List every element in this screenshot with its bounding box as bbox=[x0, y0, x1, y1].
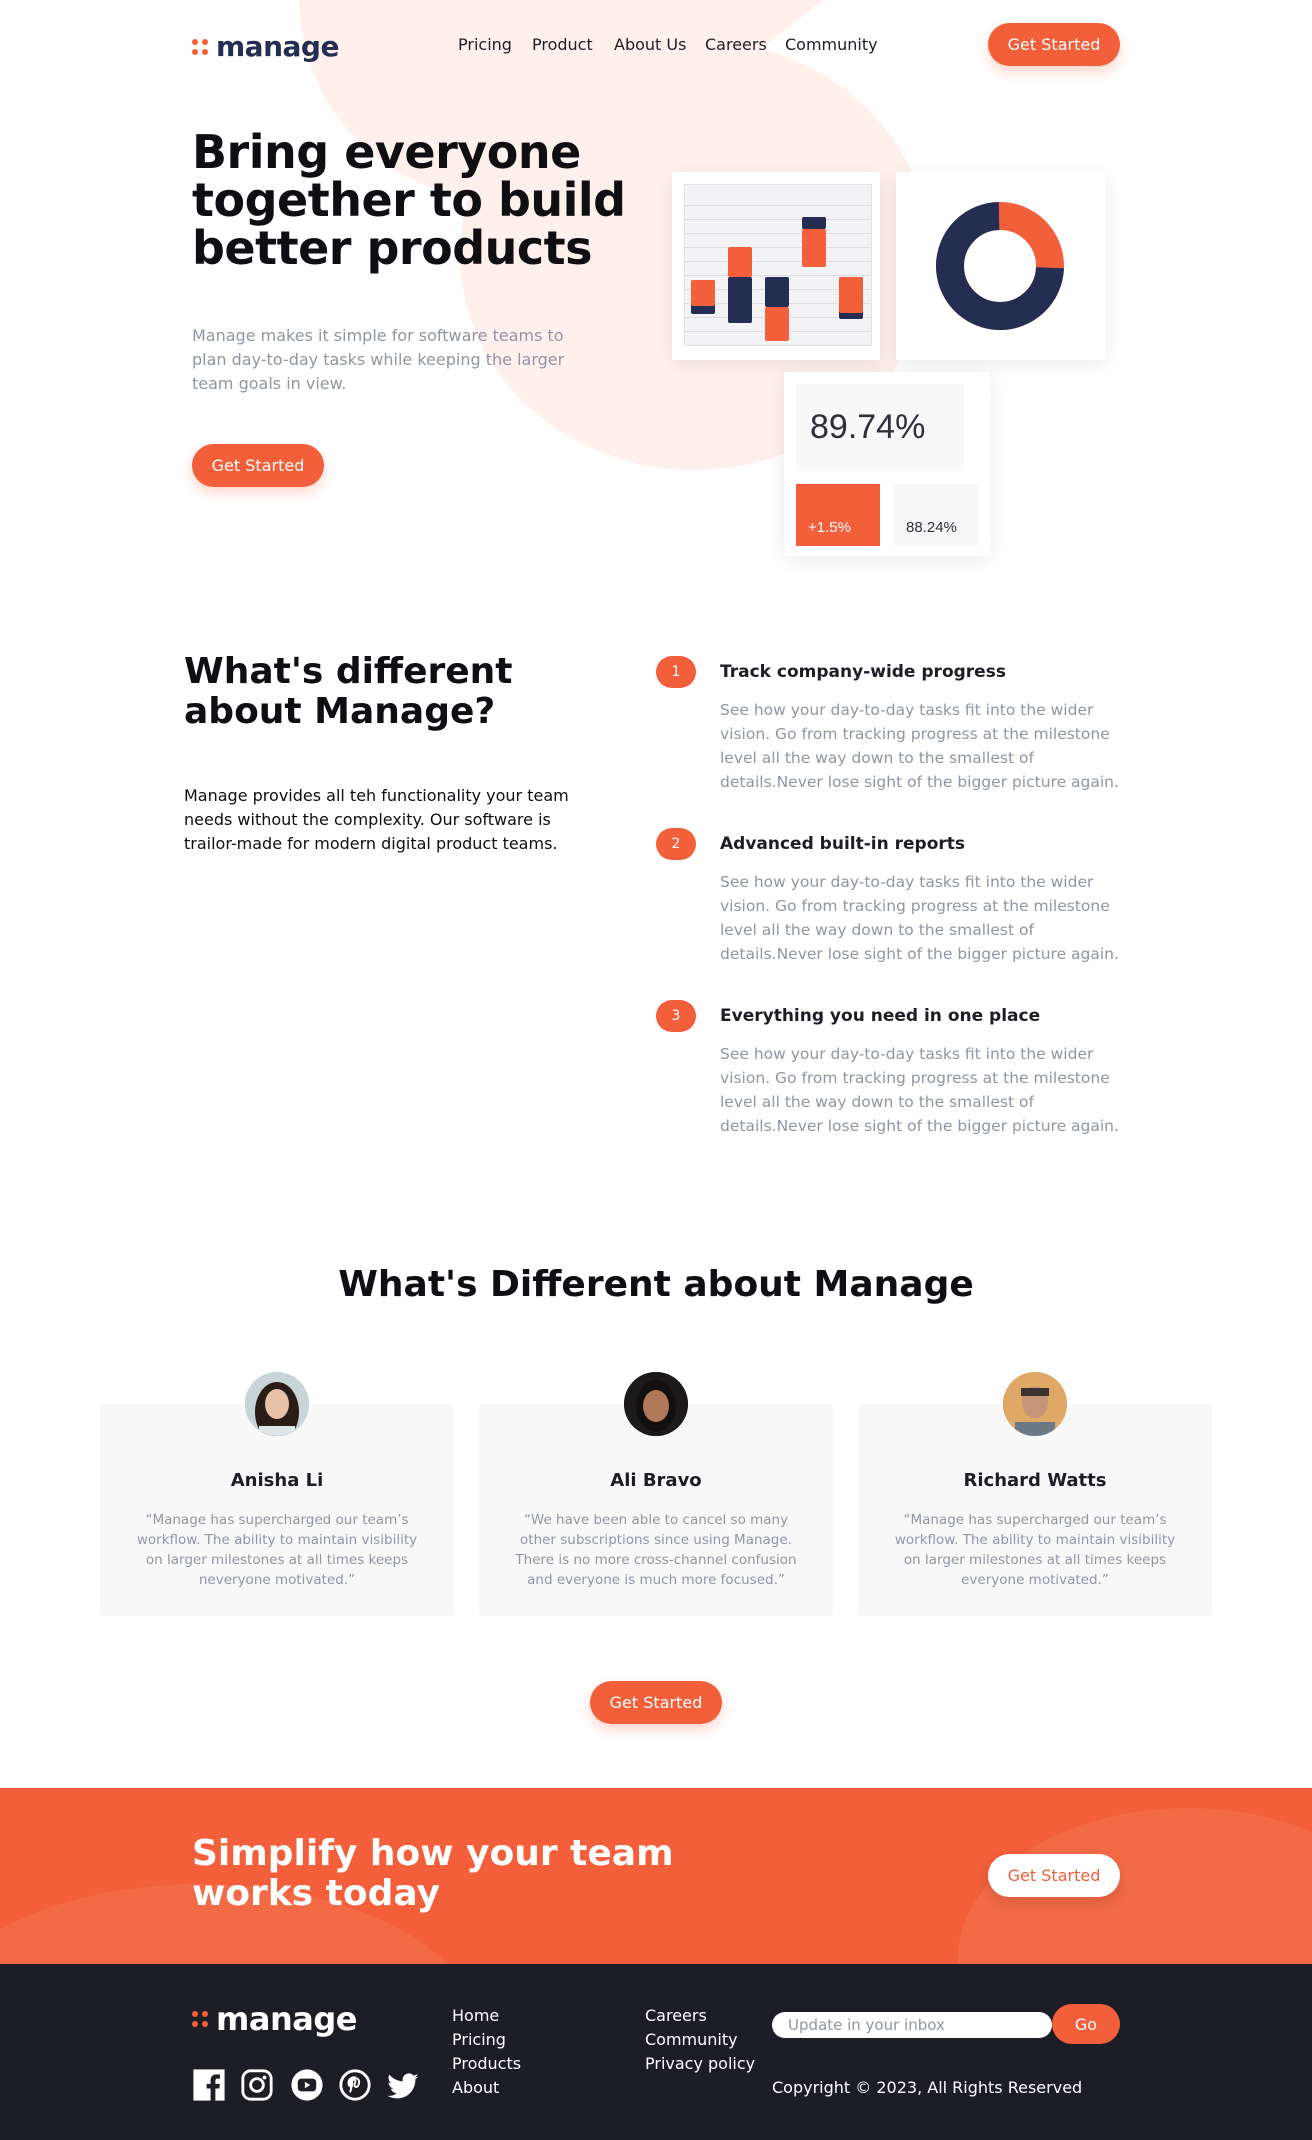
testimonial-quote: “Manage has supercharged our team’s work… bbox=[894, 1512, 1176, 1588]
footer-link-privacy-policy[interactable]: Privacy policy bbox=[645, 2054, 755, 2073]
feature-title: Track company-wide progress bbox=[720, 662, 1006, 682]
hero-get-started-button[interactable]: Get Started bbox=[192, 444, 324, 487]
different-subtitle: Manage provides all teh functionality yo… bbox=[184, 786, 569, 853]
hero-subtitle: Manage makes it simple for software team… bbox=[192, 326, 565, 393]
nav-about-us[interactable]: About Us bbox=[614, 35, 686, 54]
feature-title: Advanced built-in reports bbox=[720, 834, 966, 854]
testimonial-quote: “Manage has supercharged our team’s work… bbox=[136, 1512, 418, 1588]
chart-bar bbox=[802, 217, 826, 229]
feature-number: 2 bbox=[656, 828, 696, 860]
logo-text: manage bbox=[216, 30, 339, 63]
cta-title: Simplify how your team works today bbox=[192, 1833, 674, 1914]
footer-link-home[interactable]: Home bbox=[452, 2006, 499, 2025]
footer-link-products[interactable]: Products bbox=[452, 2054, 521, 2073]
testimonials-get-started-button[interactable]: Get Started bbox=[590, 1681, 722, 1724]
metric-value: 89.74% bbox=[796, 384, 964, 470]
testimonial-name: Anisha Li bbox=[230, 1470, 324, 1491]
nav-careers[interactable]: Careers bbox=[705, 35, 767, 54]
cta-get-started-button[interactable]: Get Started bbox=[988, 1854, 1120, 1897]
donut-chart-card bbox=[896, 172, 1106, 360]
feature-description: See how your day-to-day tasks fit into t… bbox=[720, 701, 1119, 791]
logo-text: manage bbox=[216, 2000, 357, 2038]
header-get-started-button[interactable]: Get Started bbox=[988, 23, 1120, 66]
secondary-value: 88.24% bbox=[894, 484, 978, 546]
chart-bar bbox=[691, 280, 715, 306]
testimonial-name: Richard Watts bbox=[963, 1470, 1107, 1491]
testimonials-title: What's Different about Manage bbox=[338, 1264, 974, 1305]
chart-bar bbox=[728, 277, 752, 323]
newsletter-input[interactable] bbox=[772, 2012, 1052, 2038]
testimonial-name: Ali Bravo bbox=[610, 1470, 702, 1491]
chart-bar bbox=[765, 277, 789, 307]
nav-community[interactable]: Community bbox=[785, 35, 878, 54]
avatar bbox=[245, 1372, 309, 1436]
donut-chart bbox=[936, 202, 1064, 330]
logo[interactable]: manage bbox=[192, 30, 339, 63]
instagram-icon[interactable] bbox=[240, 2068, 274, 2102]
footer bbox=[0, 1964, 1312, 2140]
footer-link-community[interactable]: Community bbox=[645, 2030, 738, 2049]
chart-bar bbox=[765, 307, 789, 341]
footer-logo[interactable]: manage bbox=[192, 2000, 357, 2038]
feature-number: 1 bbox=[656, 656, 696, 688]
feature-title: Everything you need in one place bbox=[720, 1006, 1041, 1026]
hero-title: Bring everyone together to build better … bbox=[192, 125, 626, 275]
stats-card: 89.74% +1.5% 88.24% bbox=[784, 372, 990, 556]
footer-link-careers[interactable]: Careers bbox=[645, 2006, 707, 2025]
delta-value: +1.5% bbox=[796, 484, 880, 546]
nav-pricing[interactable]: Pricing bbox=[458, 35, 512, 54]
different-title: What's different about Manage? bbox=[184, 651, 513, 732]
facebook-icon[interactable] bbox=[192, 2068, 226, 2102]
feature-number: 3 bbox=[656, 1000, 696, 1032]
logo-dots-icon bbox=[192, 2011, 208, 2027]
nav-product[interactable]: Product bbox=[532, 35, 593, 54]
footer-link-about[interactable]: About bbox=[452, 2078, 499, 2097]
bar-chart-card bbox=[672, 172, 880, 360]
footer-link-pricing[interactable]: Pricing bbox=[452, 2030, 506, 2049]
logo-dots-icon bbox=[192, 38, 208, 55]
twitter-icon[interactable] bbox=[386, 2070, 420, 2104]
chart-bar bbox=[839, 277, 863, 313]
chart-bar bbox=[728, 247, 752, 277]
avatar bbox=[1003, 1372, 1067, 1436]
copyright-text: Copyright © 2023, All Rights Reserved bbox=[772, 2078, 1083, 2097]
youtube-icon[interactable] bbox=[290, 2068, 324, 2102]
avatar bbox=[624, 1372, 688, 1436]
newsletter-go-button[interactable]: Go bbox=[1052, 2004, 1120, 2044]
testimonial-quote: “We have been able to cancel so many oth… bbox=[515, 1512, 797, 1588]
chart-bar bbox=[802, 229, 826, 267]
feature-description: See how your day-to-day tasks fit into t… bbox=[720, 873, 1119, 963]
bar-chart bbox=[684, 184, 872, 346]
feature-description: See how your day-to-day tasks fit into t… bbox=[720, 1045, 1119, 1135]
pinterest-icon[interactable] bbox=[338, 2068, 372, 2102]
